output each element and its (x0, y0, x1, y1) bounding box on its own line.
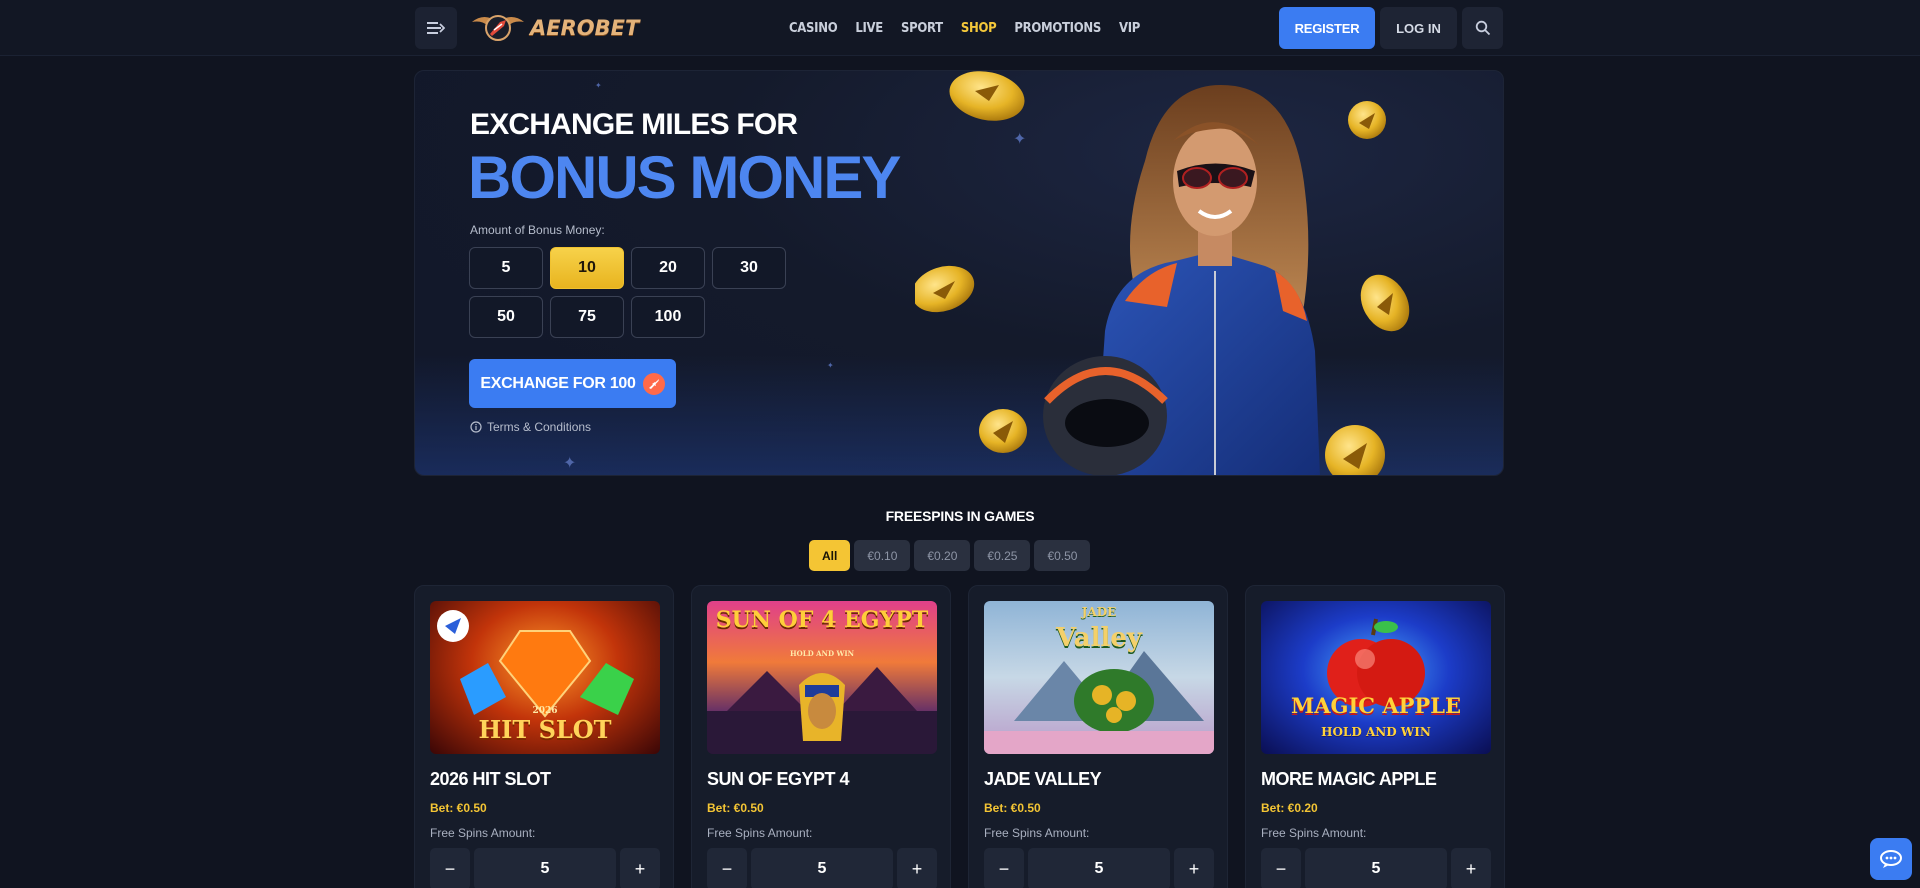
amount-option-10[interactable]: 10 (550, 247, 624, 289)
free-spins-value: 5 (751, 848, 893, 888)
game-card: Valley JADE JADE VALLEY Bet: €0.50 Free … (968, 585, 1228, 888)
free-spins-label: Free Spins Amount: (707, 826, 813, 840)
filter-0-25[interactable]: €0.25 (974, 540, 1031, 571)
game-title: JADE VALLEY (984, 769, 1102, 789)
game-thumbnail[interactable]: SUN OF 4 EGYPT HOLD AND WIN (707, 601, 937, 754)
free-spins-stepper: − 5 + (430, 848, 660, 888)
star-decoration: ✦ (827, 361, 834, 370)
game-card: HIT SLOT 2026 2026 HIT SLOT Bet: €0.50 F… (414, 585, 674, 888)
game-bet: Bet: €0.50 (430, 801, 487, 815)
terms-label: Terms & Conditions (487, 420, 592, 434)
game-art-title: MAGIC APPLE (1291, 693, 1461, 718)
game-bet: Bet: €0.50 (707, 801, 764, 815)
search-button[interactable] (1462, 7, 1503, 49)
game-art-title: HIT SLOT (478, 715, 612, 744)
nav-promotions[interactable]: PROMOTIONS (1014, 21, 1101, 36)
filter-0-20[interactable]: €0.20 (914, 540, 971, 571)
menu-button[interactable] (415, 7, 457, 49)
free-spins-label: Free Spins Amount: (430, 826, 536, 840)
exchange-button[interactable]: EXCHANGE FOR 100 (469, 359, 676, 408)
filter-all[interactable]: All (809, 540, 851, 571)
free-spins-stepper: − 5 + (707, 848, 937, 888)
game-art-title: Valley (1055, 623, 1143, 653)
game-art-title: SUN OF 4 EGYPT (715, 607, 929, 633)
game-thumbnail[interactable]: Valley JADE (984, 601, 1214, 754)
filter-0-10[interactable]: €0.10 (854, 540, 911, 571)
game-bet: Bet: €0.50 (984, 801, 1041, 815)
nav-shop[interactable]: SHOP (961, 21, 997, 36)
logo-text: AEROBET (530, 16, 640, 40)
star-decoration: ✦ (595, 81, 602, 90)
decrement-button[interactable]: − (1261, 848, 1301, 888)
free-spins-value: 5 (474, 848, 616, 888)
nav-casino[interactable]: CASINO (789, 21, 838, 36)
terms-link[interactable]: Terms & Conditions (470, 420, 591, 434)
star-decoration: ✦ (563, 455, 577, 472)
register-button[interactable]: REGISTER (1279, 7, 1375, 49)
nav-sport[interactable]: SPORT (901, 21, 943, 36)
free-spins-label: Free Spins Amount: (984, 826, 1090, 840)
amount-option-30[interactable]: 30 (712, 247, 786, 289)
hero-title-line1: EXCHANGE MILES FOR (470, 108, 798, 141)
free-spins-label: Free Spins Amount: (1261, 826, 1367, 840)
exchange-hero-banner: ✦ ✦ ✦ ✦ ✦ EXCHANGE MILES FOR BONUS MONEY… (414, 70, 1504, 476)
filter-0-50[interactable]: €0.50 (1034, 540, 1091, 571)
amount-label: Amount of Bonus Money: (470, 223, 605, 237)
login-button[interactable]: LOG IN (1380, 7, 1457, 49)
game-card: SUN OF 4 EGYPT HOLD AND WIN SUN OF EGYPT… (691, 585, 951, 888)
game-thumbnail[interactable]: MAGIC APPLE HOLD AND WIN (1261, 601, 1491, 754)
free-spins-stepper: − 5 + (1261, 848, 1491, 888)
free-spins-value: 5 (1028, 848, 1170, 888)
increment-button[interactable]: + (620, 848, 660, 888)
freespins-title: FREESPINS IN GAMES (885, 508, 1035, 524)
free-spins-stepper: − 5 + (984, 848, 1214, 888)
game-cards: HIT SLOT 2026 2026 HIT SLOT Bet: €0.50 F… (414, 585, 1505, 888)
game-thumbnail[interactable]: HIT SLOT 2026 (430, 601, 660, 754)
increment-button[interactable]: + (1451, 848, 1491, 888)
game-art-subtitle: HOLD AND WIN (1321, 725, 1431, 739)
decrement-button[interactable]: − (984, 848, 1024, 888)
info-icon (470, 421, 482, 433)
plane-icon (642, 372, 665, 395)
game-art-subtitle: 2026 (532, 706, 558, 716)
game-title: MORE MAGIC APPLE (1261, 769, 1437, 789)
pilot-illustration (915, 71, 1410, 475)
main-nav: CASINO LIVE SPORT SHOP PROMOTIONS VIP (789, 17, 1140, 39)
amount-option-5[interactable]: 5 (469, 247, 543, 289)
nav-vip[interactable]: VIP (1119, 21, 1140, 36)
search-icon (1475, 20, 1490, 36)
amount-option-75[interactable]: 75 (550, 296, 624, 338)
top-header: AEROBET CASINO LIVE SPORT SHOP PROMOTION… (0, 0, 1920, 56)
hero-title-line2: BONUS MONEY (468, 144, 901, 211)
amount-options: 5 10 20 30 50 75 100 (469, 247, 789, 338)
coin (949, 71, 1025, 121)
chat-icon (1880, 850, 1902, 868)
game-bet: Bet: €0.20 (1261, 801, 1318, 815)
free-spins-value: 5 (1305, 848, 1447, 888)
amount-option-50[interactable]: 50 (469, 296, 543, 338)
game-title: SUN OF EGYPT 4 (707, 769, 850, 789)
game-title: 2026 HIT SLOT (430, 769, 551, 789)
logo[interactable]: AEROBET (470, 8, 639, 48)
chat-support-button[interactable] (1870, 838, 1912, 880)
decrement-button[interactable]: − (430, 848, 470, 888)
game-card: MAGIC APPLE HOLD AND WIN MORE MAGIC APPL… (1245, 585, 1505, 888)
logo-emblem-icon (472, 15, 524, 41)
game-art-subtitle: JADE (1081, 605, 1117, 619)
game-art-subtitle: HOLD AND WIN (789, 649, 854, 658)
increment-button[interactable]: + (1174, 848, 1214, 888)
exchange-button-label: EXCHANGE FOR 100 (480, 374, 636, 392)
amount-option-100[interactable]: 100 (631, 296, 705, 338)
amount-option-20[interactable]: 20 (631, 247, 705, 289)
decrement-button[interactable]: − (707, 848, 747, 888)
nav-live[interactable]: LIVE (855, 21, 883, 36)
bet-filters: All €0.10 €0.20 €0.25 €0.50 (809, 540, 1091, 571)
increment-button[interactable]: + (897, 848, 937, 888)
menu-icon (427, 22, 445, 34)
